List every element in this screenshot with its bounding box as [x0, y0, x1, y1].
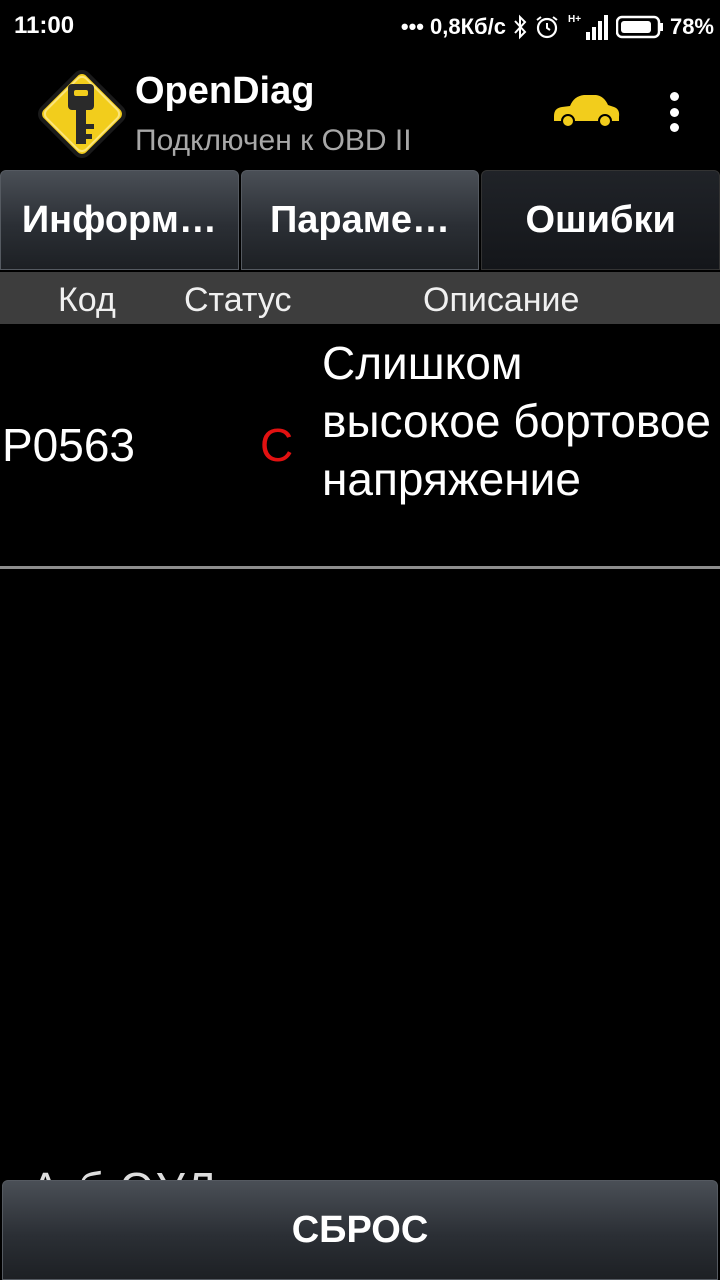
tab-bar: Информ… Параме… Ошибки	[0, 170, 720, 272]
app-logo-key-icon	[30, 62, 134, 166]
table-header: Код Статус Описание	[0, 272, 720, 324]
bluetooth-icon	[512, 14, 528, 40]
alarm-icon	[534, 14, 560, 40]
action-bar: OpenDiag Подключен к OBD II	[0, 52, 720, 170]
status-bar: 11:00 ••• 0,8Кб/с H+ 78%	[0, 0, 720, 52]
partial-text: А б ЭУЛ	[30, 1162, 218, 1182]
column-header-status: Статус	[184, 281, 292, 319]
battery-level: 78%	[669, 14, 714, 39]
app-title: OpenDiag	[135, 70, 315, 112]
column-header-code: Код	[58, 281, 116, 319]
network-speed: 0,8Кб/с	[430, 14, 506, 39]
tab-info[interactable]: Информ…	[0, 170, 239, 270]
partially-hidden-text: А б ЭУЛ	[0, 1160, 720, 1182]
tab-errors[interactable]: Ошибки	[481, 170, 720, 270]
status-icons: ••• 0,8Кб/с H+ 78%	[401, 10, 714, 44]
svg-text:H+: H+	[568, 14, 581, 25]
connection-status: Подключен к OBD II	[135, 124, 412, 157]
row-divider	[0, 566, 720, 569]
error-code: P0563	[2, 419, 136, 471]
reset-button[interactable]: СБРОС	[2, 1180, 718, 1280]
column-header-description: Описание	[423, 281, 580, 319]
table-row[interactable]: P0563 C Слишком высокое бортовое напряже…	[0, 326, 720, 566]
signal-icon: H+	[566, 12, 610, 42]
status-time: 11:00	[14, 12, 75, 39]
overflow-menu-icon[interactable]	[660, 92, 688, 132]
more-notifications-icon: •••	[400, 14, 424, 39]
battery-icon	[615, 15, 664, 39]
tab-parameters[interactable]: Параме…	[240, 170, 480, 270]
error-description: Слишком высокое бортовое напряжение	[322, 337, 711, 505]
car-icon[interactable]	[550, 90, 622, 130]
error-status: C	[260, 419, 294, 471]
